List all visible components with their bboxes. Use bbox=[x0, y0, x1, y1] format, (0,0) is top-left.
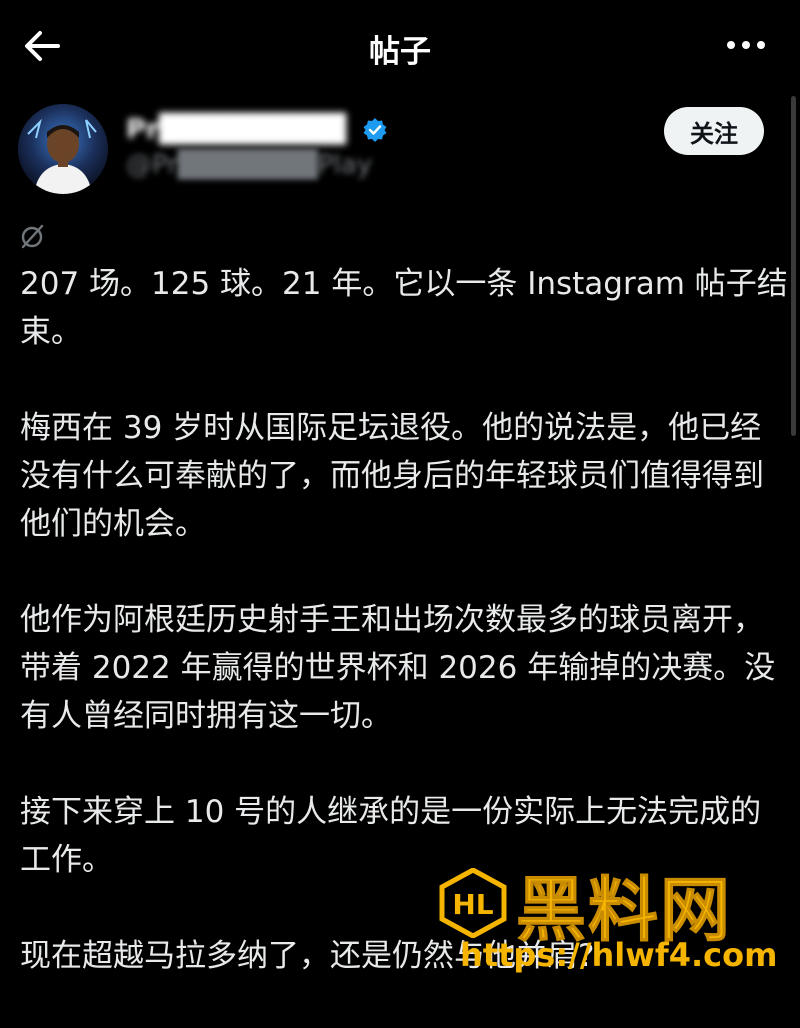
scrollbar[interactable] bbox=[791, 96, 796, 436]
post-paragraph: 他作为阿根廷历史射手王和出场次数最多的球员离开，带着 2022 年赢得的世界杯和… bbox=[20, 602, 776, 734]
post-paragraph: 现在超越马拉多纳了，还是仍然与他并肩? bbox=[20, 938, 595, 974]
post-paragraph: 梅西在 39 岁时从国际足坛退役。他的说法是，他已经没有什么可奉献的了，而他身后… bbox=[20, 410, 764, 542]
top-bar: 帖子 bbox=[0, 0, 800, 90]
post-text: 207 场。125 球。21 年。它以一条 Instagram 帖子结束。 梅西… bbox=[20, 260, 790, 1028]
arrow-left-icon bbox=[25, 31, 60, 61]
author-handle[interactable]: @Pr███████Play bbox=[126, 150, 372, 180]
post-paragraph: 207 场。125 球。21 年。它以一条 Instagram 帖子结束。 bbox=[20, 266, 788, 350]
verified-badge-icon bbox=[363, 118, 387, 142]
author-avatar[interactable] bbox=[18, 104, 108, 194]
post-paragraph: 接下来穿上 10 号的人继承的是一份实际上无法完成的工作。 bbox=[20, 794, 762, 878]
translation-icon[interactable] bbox=[19, 223, 45, 249]
back-button[interactable] bbox=[20, 24, 64, 68]
author-name[interactable]: Pr█████████ bbox=[126, 114, 346, 145]
more-options-button[interactable] bbox=[724, 30, 768, 60]
avatar-photo bbox=[18, 104, 108, 194]
more-horizontal-icon bbox=[727, 41, 765, 49]
follow-button[interactable]: 关注 bbox=[664, 107, 764, 155]
page-title: 帖子 bbox=[369, 34, 431, 70]
